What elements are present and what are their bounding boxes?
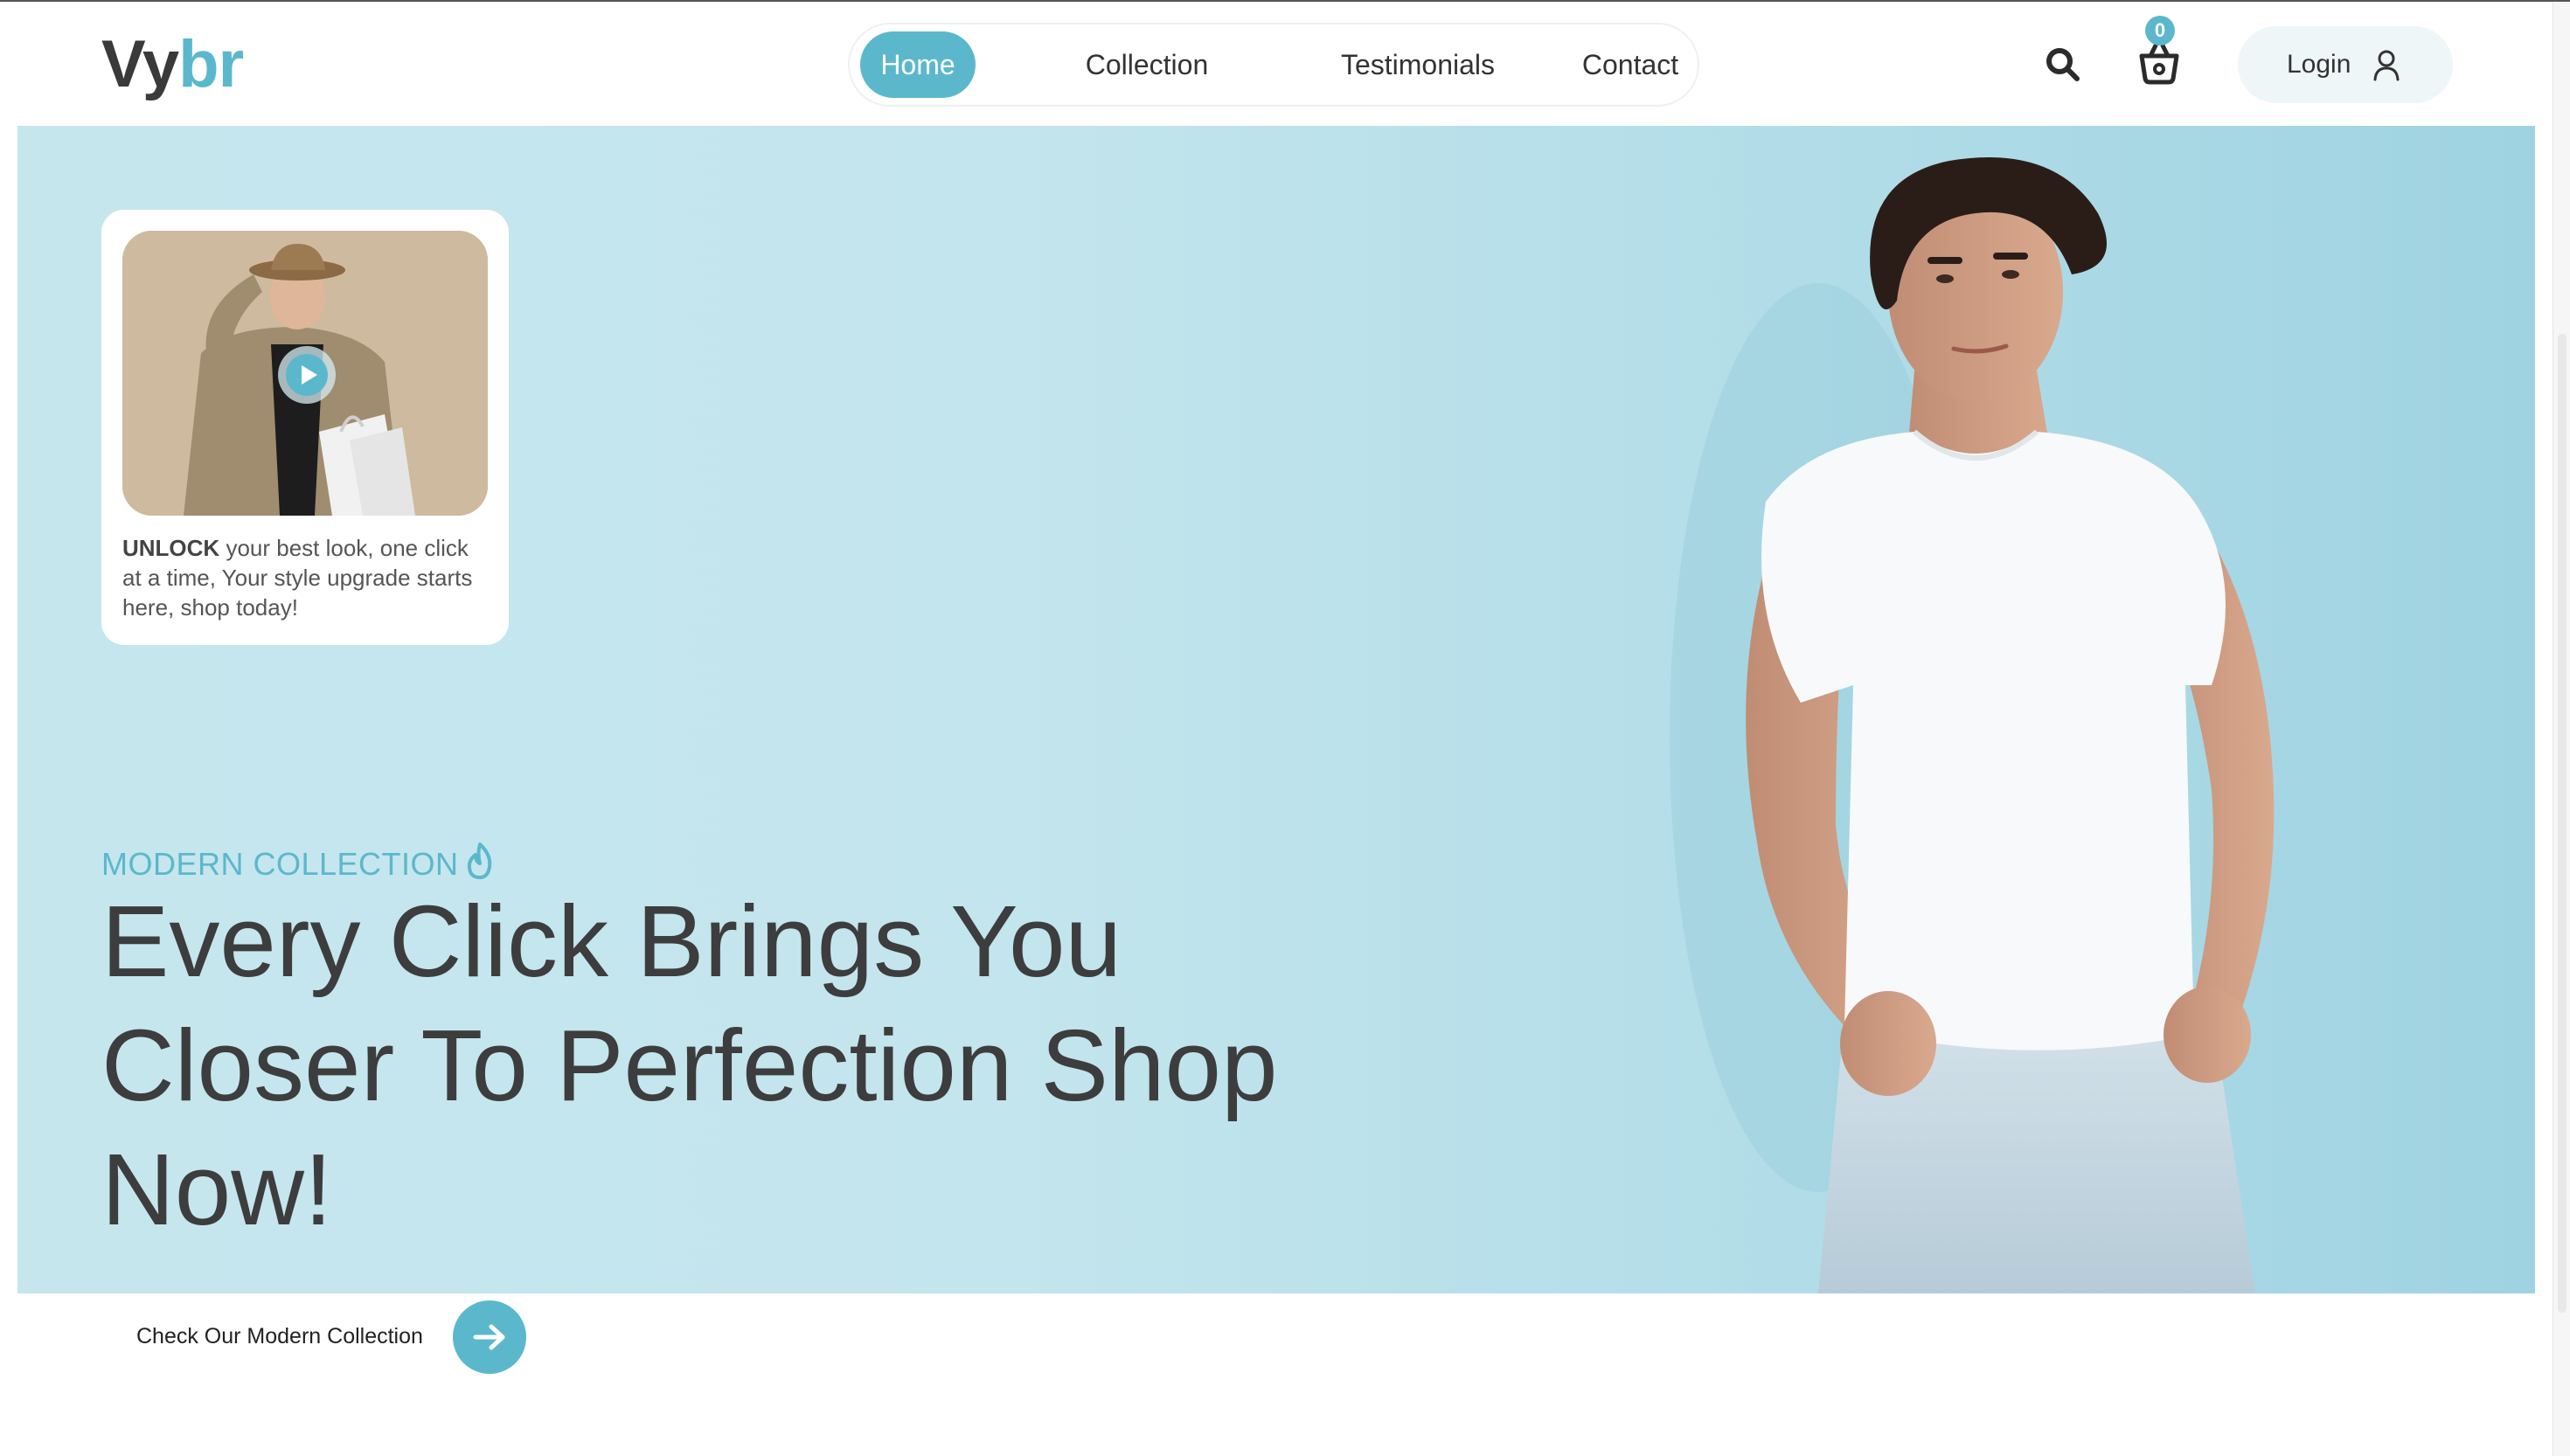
brand-logo[interactable]: Vybr — [101, 23, 244, 107]
site-header: Vybr Home Collection Testimonials Contac… — [0, 2, 2553, 126]
user-icon — [2373, 50, 2400, 81]
nav-item-contact[interactable]: Contact — [1565, 31, 1696, 98]
search-button[interactable] — [2042, 44, 2084, 86]
promo-video-thumbnail[interactable] — [122, 231, 488, 516]
login-button[interactable]: Login — [2238, 26, 2453, 103]
hero-banner: UNLOCK your best look, one click at a ti… — [17, 126, 2535, 1293]
nav-item-testimonials[interactable]: Testimonials — [1287, 31, 1549, 98]
play-icon[interactable] — [276, 344, 337, 406]
logo-main: Vy — [101, 27, 179, 101]
page: Vybr Home Collection Testimonials Contac… — [0, 0, 2570, 1456]
hero-headline: Every Click Brings You Closer To Perfect… — [101, 884, 1278, 1246]
check-collection-button[interactable]: Check Our Modern Collection — [131, 1297, 533, 1376]
promo-card: UNLOCK your best look, one click at a ti… — [101, 210, 509, 645]
nav-item-collection[interactable]: Collection — [1042, 31, 1252, 98]
arrow-right-icon — [473, 1324, 505, 1350]
nav-item-home[interactable]: Home — [860, 31, 976, 98]
cta-label: Check Our Modern Collection — [136, 1324, 423, 1349]
promo-text-bold: UNLOCK — [122, 535, 220, 561]
scrollbar-thumb[interactable] — [2558, 334, 2567, 1313]
cart-button[interactable] — [2135, 38, 2184, 87]
cta-arrow-button[interactable] — [453, 1300, 526, 1374]
cart-count-badge: 0 — [2145, 16, 2175, 45]
hero-model-image — [1670, 157, 2275, 1293]
main-nav: Home Collection Testimonials Contact — [848, 23, 1699, 107]
search-icon — [2046, 48, 2080, 81]
promo-text: UNLOCK your best look, one click at a ti… — [122, 533, 490, 622]
logo-accent: br — [178, 27, 244, 101]
page-scrollbar[interactable] — [2553, 2, 2570, 1456]
login-label: Login — [2287, 50, 2351, 79]
basket-icon — [2139, 43, 2179, 85]
flame-icon — [467, 842, 492, 879]
